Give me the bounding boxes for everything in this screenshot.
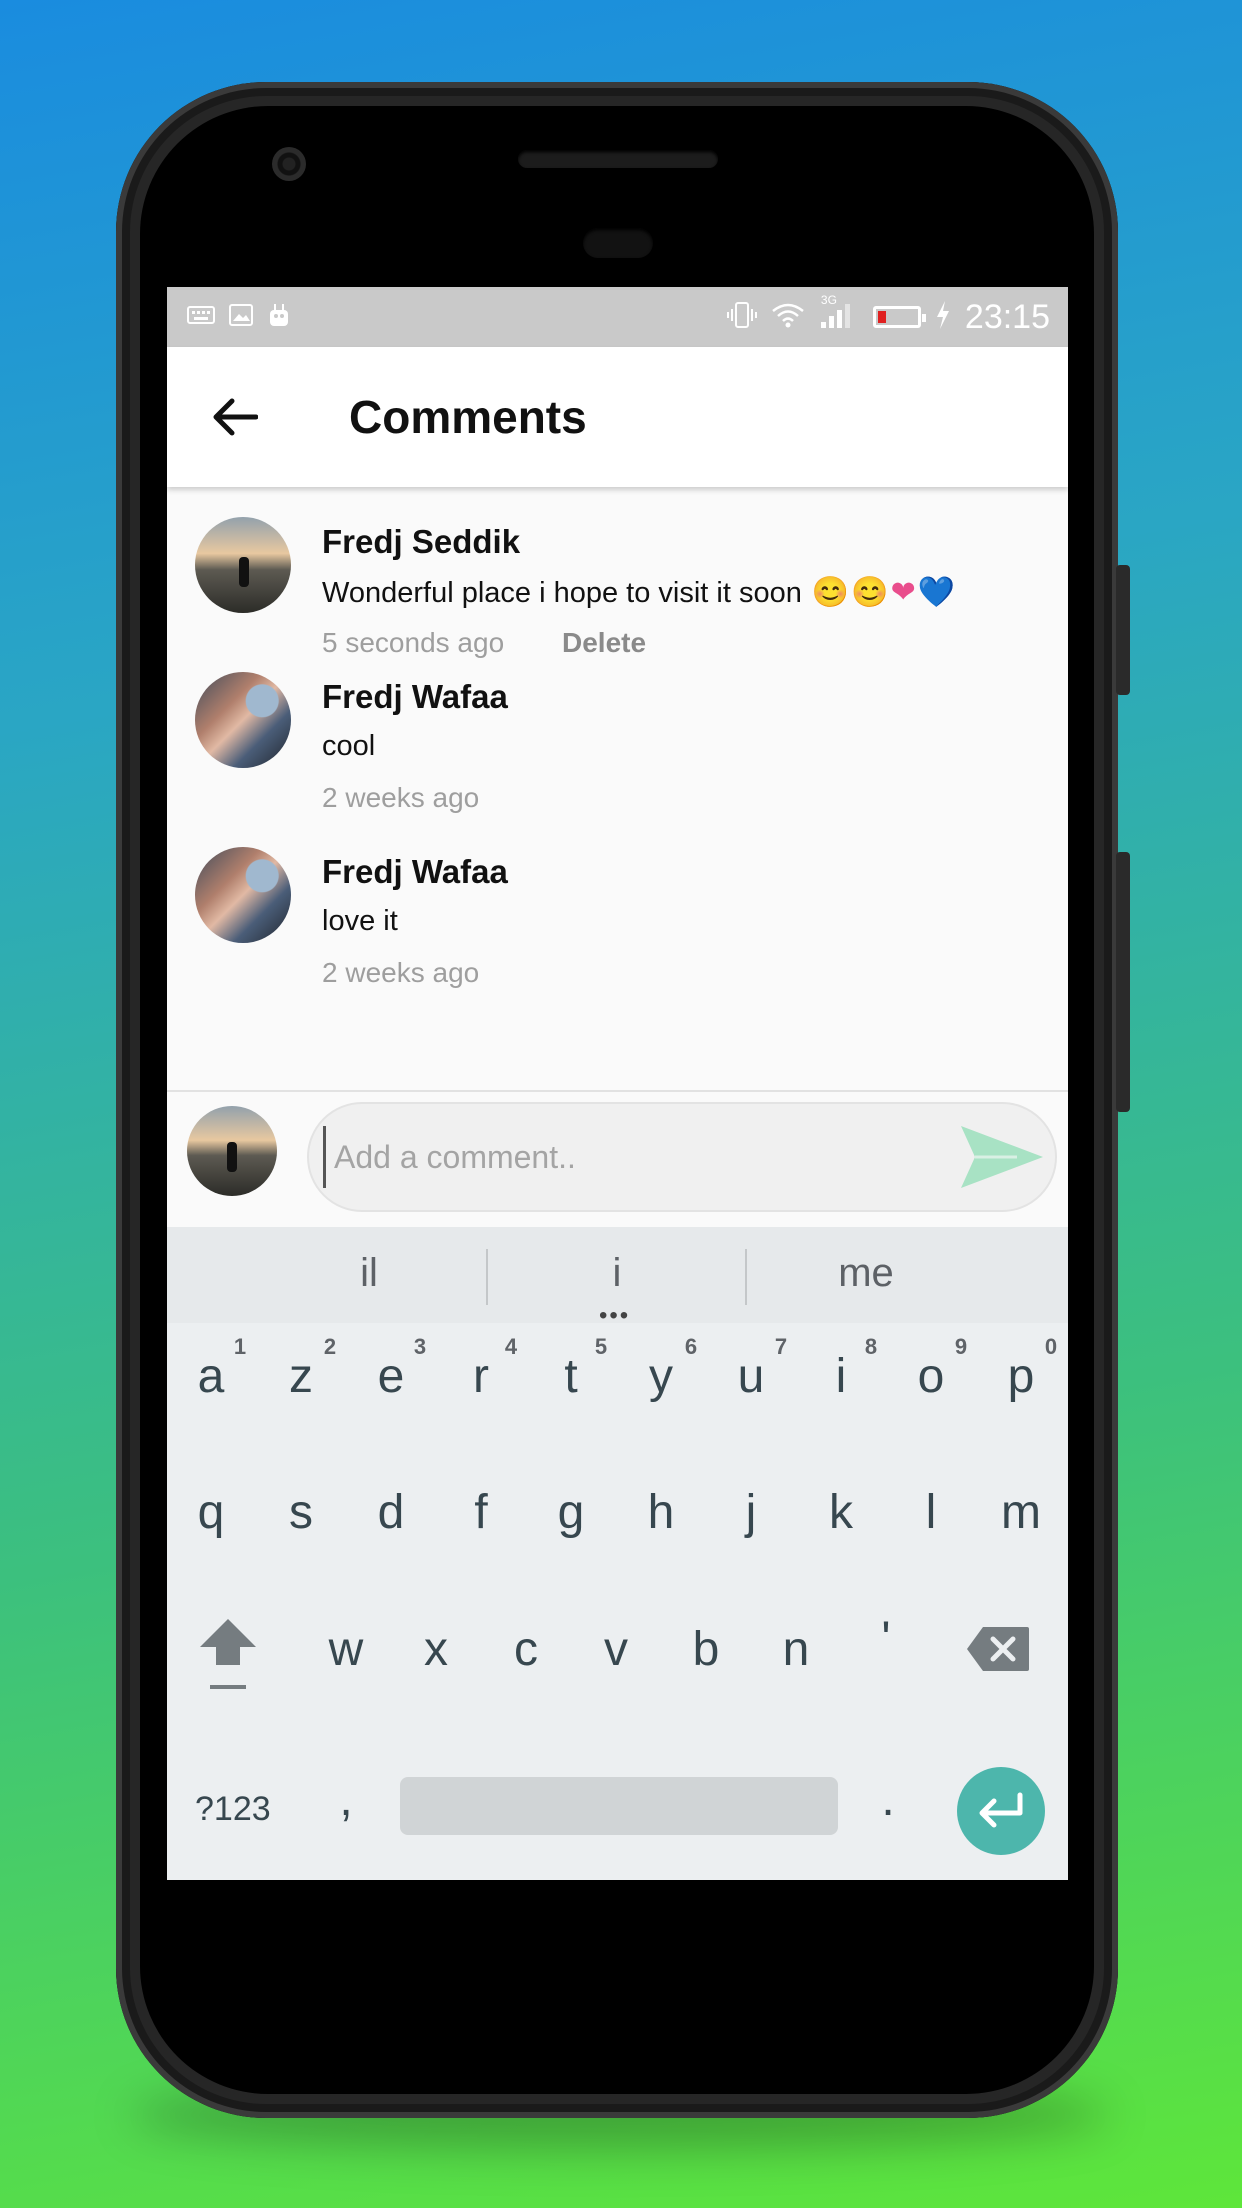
key-p[interactable]: p xyxy=(981,1349,1061,1404)
keyboard-icon xyxy=(187,305,215,329)
key-w[interactable]: w xyxy=(306,1622,386,1677)
more-suggestions-icon[interactable]: ••• xyxy=(599,1304,630,1328)
key-z[interactable]: z xyxy=(261,1349,341,1404)
avatar[interactable] xyxy=(195,672,291,768)
back-arrow-icon xyxy=(213,398,258,436)
comment-author[interactable]: Fredj Wafaa xyxy=(322,853,508,891)
app-screen: 3G 23:15 Comments Fredj Seddik Wonderful… xyxy=(167,287,1068,1880)
comment-time: 2 weeks ago xyxy=(322,782,480,813)
comment-time: 2 weeks ago xyxy=(322,957,480,988)
comment-text: love it xyxy=(322,905,398,937)
comment-text: Wonderful place i hope to visit it soon … xyxy=(322,575,955,610)
battery-icon xyxy=(872,306,926,328)
avatar[interactable] xyxy=(195,517,291,613)
backspace-key[interactable] xyxy=(953,1625,1043,1685)
key-u[interactable]: u xyxy=(711,1349,791,1404)
app-bar: Comments xyxy=(167,347,1068,487)
suggestion-item[interactable]: il xyxy=(239,1251,499,1296)
suggestion-bar: il i ••• me xyxy=(167,1227,1068,1328)
suggestion-item[interactable]: me xyxy=(736,1251,996,1296)
key-x[interactable]: x xyxy=(396,1622,476,1677)
comment-author[interactable]: Fredj Seddik xyxy=(322,523,520,561)
comment-text-body: Wonderful place i hope to visit it soon xyxy=(322,577,802,609)
comment-author[interactable]: Fredj Wafaa xyxy=(322,678,508,716)
vibrate-icon xyxy=(726,301,757,334)
key-j[interactable]: j xyxy=(711,1485,791,1540)
android-icon xyxy=(267,302,291,333)
battery-level xyxy=(877,311,886,323)
enter-icon xyxy=(979,1792,1023,1828)
blue-heart-emoji: 💙 xyxy=(917,576,956,609)
back-button[interactable] xyxy=(175,357,295,477)
avatar xyxy=(187,1106,277,1196)
comment-time: 5 seconds ago xyxy=(322,627,505,658)
key-g[interactable]: g xyxy=(531,1485,611,1540)
page-title: Comments xyxy=(349,391,587,443)
suggestion-item[interactable]: i xyxy=(487,1251,747,1296)
key-n[interactable]: n xyxy=(756,1622,836,1677)
comma-key[interactable]: , xyxy=(306,1772,386,1827)
charging-icon xyxy=(935,300,951,335)
key-d[interactable]: d xyxy=(351,1485,431,1540)
image-icon xyxy=(229,303,253,331)
wifi-icon xyxy=(771,302,805,333)
volume-button xyxy=(1116,852,1130,1112)
key-a[interactable]: a xyxy=(171,1349,251,1404)
send-icon xyxy=(961,1126,1043,1188)
key-l[interactable]: l xyxy=(891,1485,971,1540)
backspace-icon xyxy=(967,1627,1029,1671)
signal-icon: 3G xyxy=(819,294,859,335)
comment-composer xyxy=(167,1092,1068,1212)
period-key[interactable]: . xyxy=(848,1772,928,1827)
smile-emoji: 😊 xyxy=(811,576,850,609)
comment-input-wrapper xyxy=(307,1102,1057,1212)
key-f[interactable]: f xyxy=(441,1485,521,1540)
key-s[interactable]: s xyxy=(261,1485,341,1540)
status-clock: 23:15 xyxy=(964,297,1050,336)
soft-keyboard: il i ••• me 1 2 3 4 5 6 7 8 9 0 a z e r … xyxy=(167,1227,1068,1880)
key-v[interactable]: v xyxy=(576,1622,656,1677)
power-button xyxy=(1116,565,1130,695)
enter-key[interactable] xyxy=(957,1767,1045,1855)
symbols-key[interactable]: ?123 xyxy=(195,1790,271,1829)
key-y[interactable]: y xyxy=(621,1349,701,1404)
key-e[interactable]: e xyxy=(351,1349,431,1404)
key-h[interactable]: h xyxy=(621,1485,701,1540)
proximity-sensor xyxy=(583,228,653,258)
key-c[interactable]: c xyxy=(486,1622,566,1677)
send-button[interactable] xyxy=(957,1122,1047,1192)
shift-icon xyxy=(200,1619,256,1689)
earpiece-speaker xyxy=(518,150,718,168)
key-b[interactable]: b xyxy=(666,1622,746,1677)
key-m[interactable]: m xyxy=(981,1485,1061,1540)
avatar[interactable] xyxy=(195,847,291,943)
front-camera xyxy=(272,147,306,181)
smile-emoji: 😊 xyxy=(851,576,889,609)
delete-comment-button[interactable]: Delete xyxy=(562,627,646,659)
key-q[interactable]: q xyxy=(171,1485,251,1540)
key-r[interactable]: r xyxy=(441,1349,521,1404)
shift-key[interactable] xyxy=(183,1615,273,1695)
status-bar: 3G 23:15 xyxy=(167,287,1068,347)
comment-text: cool xyxy=(322,730,376,762)
space-key[interactable] xyxy=(400,1777,838,1835)
comment-input[interactable] xyxy=(323,1126,936,1188)
key-i[interactable]: i xyxy=(801,1349,881,1404)
key-apostrophe[interactable]: ' xyxy=(846,1612,926,1667)
heart-emoji: ❤ xyxy=(890,576,916,609)
network-type-label: 3G xyxy=(820,292,837,307)
key-t[interactable]: t xyxy=(531,1349,611,1404)
key-o[interactable]: o xyxy=(891,1349,971,1404)
key-k[interactable]: k xyxy=(801,1485,881,1540)
